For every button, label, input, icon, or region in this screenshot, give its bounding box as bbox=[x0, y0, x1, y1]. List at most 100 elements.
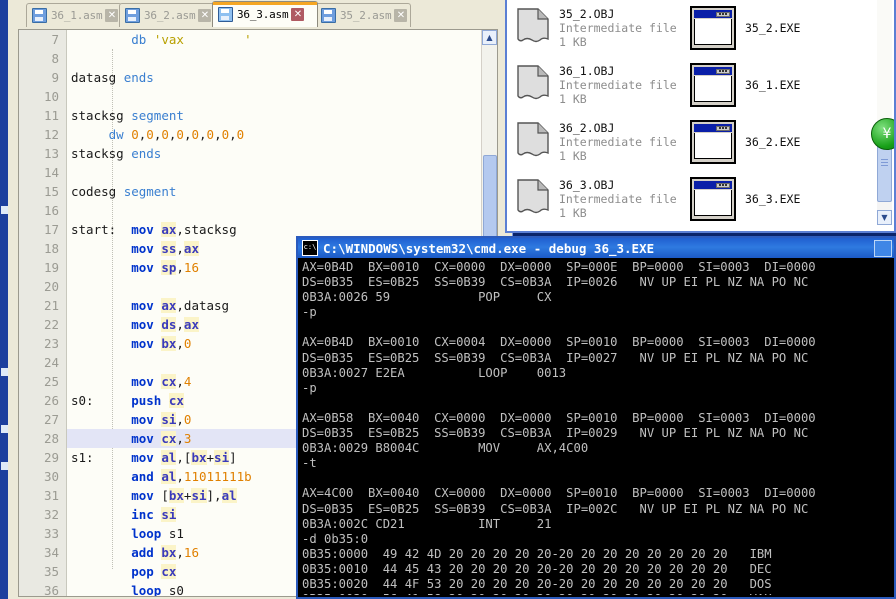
console-output-line: 0B3A:0026 59 POP CX bbox=[302, 290, 552, 305]
code-line-text: mov ax,datasg bbox=[67, 298, 229, 313]
obj-file-entry[interactable]: 36_3.OBJ Intermediate file 1 KB bbox=[507, 177, 690, 220]
file-list-row[interactable]: 36_3.OBJ Intermediate file 1 KB 36_3.EXE bbox=[507, 171, 877, 225]
code-line-text: stacksg segment bbox=[67, 108, 184, 123]
floppy-disk-icon bbox=[321, 8, 336, 23]
code-token: , bbox=[176, 374, 184, 389]
code-token: bx bbox=[191, 450, 207, 465]
console-output-line: 0B3A:0027 E2EA LOOP 0013 bbox=[302, 365, 567, 380]
code-token: mov bbox=[131, 260, 154, 275]
close-icon[interactable]: ✕ bbox=[105, 9, 119, 22]
code-line-text: db 'vax ' bbox=[67, 32, 251, 47]
cmd-console-output[interactable]: AX=0B4D BX=0010 CX=0000 DX=0000 SP=000E … bbox=[300, 260, 892, 595]
line-number-gutter: 7 8 9 10 11 12 13 14 15 16 17 18 19 20 21 22 23 24 25 26 27 2… bbox=[19, 30, 67, 596]
code-token: , bbox=[176, 545, 184, 560]
console-output-line: 0B3A:0029 B8004C MOV AX,4C00 bbox=[302, 441, 589, 456]
tab-label: 35_2.asm bbox=[340, 9, 392, 22]
exe-file-entry[interactable]: 36_2.EXE bbox=[690, 120, 800, 164]
code-line-text: loop s1 bbox=[67, 526, 184, 541]
floating-green-button[interactable]: ¥ bbox=[871, 118, 894, 150]
exe-file-entry[interactable]: 35_2.EXE bbox=[690, 6, 800, 50]
cmd-title-bar[interactable]: c:\ C:\WINDOWS\system32\cmd.exe - debug … bbox=[298, 238, 894, 258]
code-line-text: stacksg ends bbox=[67, 146, 161, 161]
cmd-window-buttons[interactable] bbox=[874, 240, 892, 257]
editor-tab-36_2-asm[interactable]: 36_2.asm ✕ bbox=[119, 3, 215, 27]
code-line[interactable]: stacksg ends bbox=[67, 144, 497, 163]
console-output-line: DS=0B35 ES=0B25 SS=0B39 CS=0B3A IP=002C … bbox=[302, 501, 809, 516]
console-output-line: 0B35:0000 49 42 4D 20 20 20 20 20-20 20 … bbox=[302, 546, 772, 561]
code-line[interactable]: db 'vax ' bbox=[67, 30, 497, 49]
code-token: al bbox=[161, 469, 177, 484]
file-list[interactable]: 35_2.OBJ Intermediate file 1 KB 35_2.EXE 36_… bbox=[507, 0, 877, 225]
close-icon[interactable]: ✕ bbox=[394, 9, 408, 22]
code-line[interactable] bbox=[67, 87, 497, 106]
exe-file-entry[interactable]: 36_3.EXE bbox=[690, 177, 800, 221]
file-list-row[interactable]: 36_2.OBJ Intermediate file 1 KB 36_2.EXE bbox=[507, 114, 877, 171]
line-number: 27 bbox=[43, 412, 59, 427]
console-output-line: 0B35:0030 56 41 58 20 20 20 20 20-20 20 … bbox=[302, 592, 892, 595]
code-line-text: start: mov ax,stacksg bbox=[67, 222, 237, 237]
explorer-scrollbar-track[interactable] bbox=[877, 0, 892, 120]
code-line-text: mov ss,ax bbox=[67, 241, 199, 256]
code-token: 0 bbox=[131, 127, 139, 142]
code-line-text: mov bx,0 bbox=[67, 336, 191, 351]
scroll-up-arrow-icon[interactable]: ▲ bbox=[482, 30, 497, 45]
code-line-text: mov si,0 bbox=[67, 412, 191, 427]
code-line[interactable]: codesg segment bbox=[67, 182, 497, 201]
code-token: codesg bbox=[71, 184, 124, 199]
console-output-line: -t bbox=[302, 456, 317, 471]
code-token: si bbox=[191, 488, 207, 503]
code-line-text: and al,11011111b bbox=[67, 469, 252, 484]
explorer-vertical-scrollbar[interactable]: ▼ bbox=[877, 0, 892, 225]
line-number: 33 bbox=[43, 526, 59, 541]
obj-file-entry[interactable]: 35_2.OBJ Intermediate file 1 KB bbox=[507, 6, 690, 49]
code-token: pop bbox=[131, 564, 154, 579]
console-output-line: -p bbox=[302, 380, 317, 395]
code-token: si bbox=[161, 507, 177, 522]
file-list-row[interactable]: 35_2.OBJ Intermediate file 1 KB 35_2.EXE bbox=[507, 0, 877, 57]
close-icon[interactable]: ✕ bbox=[291, 8, 305, 21]
code-token: mov bbox=[131, 412, 154, 427]
obj-file-entry[interactable]: 36_2.OBJ Intermediate file 1 KB bbox=[507, 120, 690, 163]
obj-file-entry[interactable]: 36_1.OBJ Intermediate file 1 KB bbox=[507, 63, 690, 106]
code-token: 0 bbox=[176, 127, 184, 142]
console-output-line: -p bbox=[302, 305, 317, 320]
obj-file-name: 36_2.OBJ bbox=[559, 121, 615, 135]
line-number: 21 bbox=[43, 298, 59, 313]
code-token: cx bbox=[168, 393, 184, 408]
close-icon[interactable]: ✕ bbox=[198, 9, 212, 22]
exe-application-icon bbox=[690, 63, 736, 107]
code-token: 0 bbox=[146, 127, 154, 142]
code-token: mov bbox=[131, 336, 154, 351]
exe-file-name: 36_3.EXE bbox=[745, 192, 801, 206]
minimize-button[interactable] bbox=[874, 240, 892, 257]
editor-tab-35_2-asm[interactable]: 35_2.asm ✕ bbox=[315, 3, 411, 27]
code-line[interactable] bbox=[67, 201, 497, 220]
code-line[interactable] bbox=[67, 49, 497, 68]
file-list-row[interactable]: 36_1.OBJ Intermediate file 1 KB 36_1.EXE bbox=[507, 57, 877, 114]
code-token: ax bbox=[161, 222, 177, 237]
code-line[interactable] bbox=[67, 163, 497, 182]
code-token: mov bbox=[131, 241, 154, 256]
line-number: 30 bbox=[43, 469, 59, 484]
code-line-text: add bx,16 bbox=[67, 545, 199, 560]
obj-file-size: 1 KB bbox=[559, 206, 587, 220]
scroll-down-arrow-icon[interactable]: ▼ bbox=[877, 210, 892, 225]
exe-file-entry[interactable]: 36_1.EXE bbox=[690, 63, 800, 107]
code-token: cx bbox=[161, 431, 177, 446]
editor-tab-36_3-asm[interactable]: 36_3.asm ✕ bbox=[212, 1, 318, 27]
code-line[interactable]: stacksg segment bbox=[67, 106, 497, 125]
code-line[interactable]: dw 0,0,0,0,0,0,0,0 bbox=[67, 125, 497, 144]
code-line[interactable]: datasg ends bbox=[67, 68, 497, 87]
code-token: 0 bbox=[183, 412, 192, 427]
bg-artifact bbox=[1, 425, 8, 433]
editor-tab-36_1-asm[interactable]: 36_1.asm ✕ bbox=[26, 3, 122, 27]
code-line-text: s1: mov al,[bx+si] bbox=[67, 450, 237, 465]
code-token: s0 bbox=[161, 583, 184, 596]
floppy-disk-icon bbox=[125, 8, 140, 23]
